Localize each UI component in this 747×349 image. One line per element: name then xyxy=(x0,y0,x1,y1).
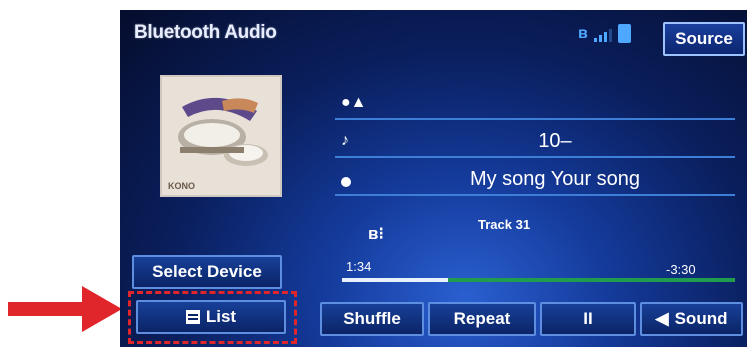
shuffle-button[interactable]: Shuffle xyxy=(320,302,424,336)
list-button-label: List xyxy=(205,307,237,326)
artist-row: ●▲ xyxy=(335,88,735,120)
artist-icon: ●▲ xyxy=(341,94,367,111)
elapsed-time: 1:34 xyxy=(346,259,372,274)
speaker-icon: ◀ xyxy=(655,309,669,328)
album-row: ♪ 10– xyxy=(335,126,735,158)
music-note-icon: ♪ xyxy=(341,132,349,149)
status-icons: ʙ xyxy=(578,24,631,43)
song-title: My song Your song xyxy=(469,168,641,190)
progress-fill xyxy=(342,278,449,282)
disc-icon xyxy=(341,174,351,192)
sound-button[interactable]: ◀ Sound xyxy=(640,302,743,336)
pause-button[interactable]: II xyxy=(540,302,636,336)
bluetooth-device-icon: ʙ⁝ xyxy=(368,224,384,243)
callout-arrow-icon xyxy=(8,286,122,332)
source-button[interactable]: Source xyxy=(663,22,745,56)
bluetooth-icon: ʙ xyxy=(578,24,588,42)
album-name: 10– xyxy=(538,130,572,152)
sound-button-label: Sound xyxy=(674,309,728,328)
repeat-button[interactable]: Repeat xyxy=(428,302,536,336)
screen-title: Bluetooth Audio xyxy=(134,22,277,43)
list-icon xyxy=(185,310,200,324)
song-row: My song Your song xyxy=(335,164,735,196)
progress-bar[interactable] xyxy=(342,278,735,282)
head-unit-screen: Bluetooth Audio ʙ Source KONO ●▲ ♪ 10– M… xyxy=(120,10,747,347)
signal-icon xyxy=(593,26,612,42)
album-art-label: KONO xyxy=(168,181,195,191)
pause-icon: II xyxy=(583,309,593,328)
select-device-button[interactable]: Select Device xyxy=(132,255,282,289)
album-art: KONO xyxy=(160,75,282,197)
track-number: Track 31 xyxy=(478,217,531,232)
remaining-time: -3:30 xyxy=(666,262,696,277)
list-button[interactable]: List xyxy=(136,300,286,334)
battery-icon xyxy=(617,24,631,43)
